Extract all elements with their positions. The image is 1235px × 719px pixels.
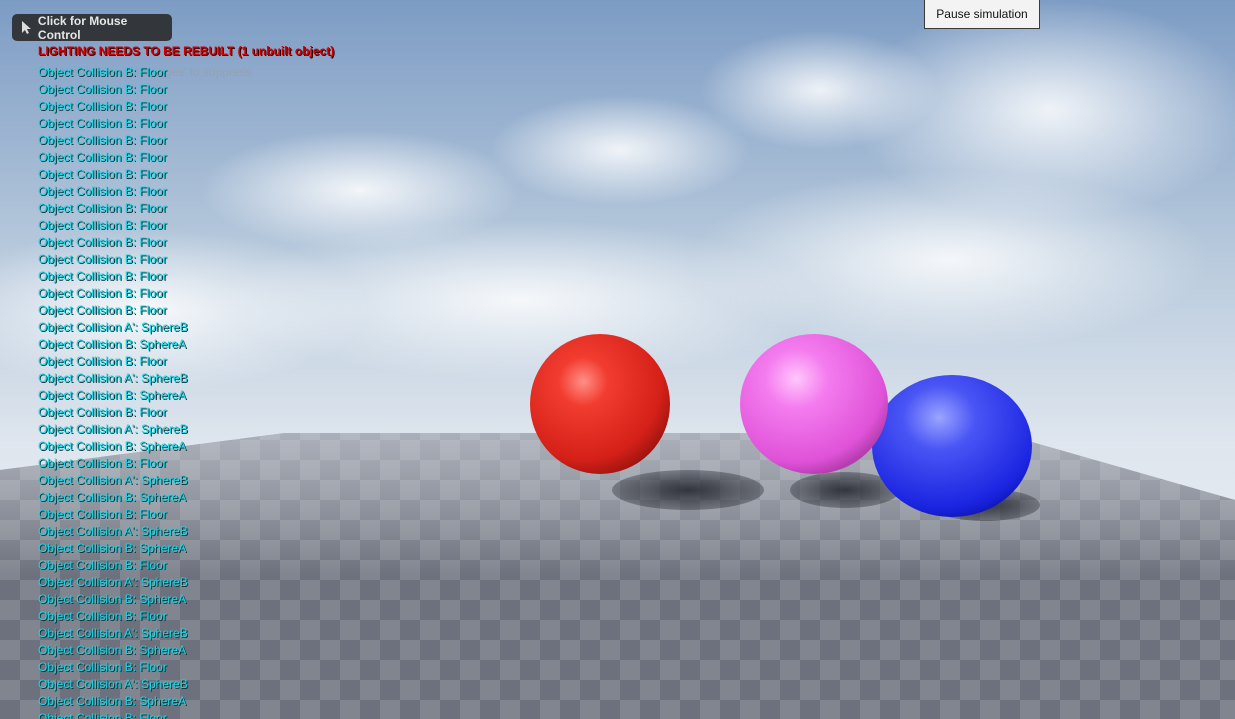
red-sphere-shadow [612, 470, 764, 510]
collision-message: Object Collision B: Floor [38, 167, 167, 181]
collision-message: Object Collision B: Floor [38, 269, 167, 283]
collision-message: Object Collision A': SphereB [38, 677, 188, 691]
collision-message: Object Collision B: Floor [38, 711, 167, 719]
collision-message: Object Collision B: SphereA [38, 439, 187, 453]
collision-message: Object Collision B: Floor [38, 303, 167, 317]
collision-message: Object Collision B: Floor [38, 558, 167, 572]
collision-message: Object Collision B: SphereA [38, 694, 187, 708]
collision-message: Object Collision B: Floor [38, 201, 167, 215]
cursor-icon [22, 21, 31, 34]
collision-message: Object Collision B: Floor [38, 354, 167, 368]
collision-message: Object Collision A': SphereB [38, 422, 188, 436]
collision-message: Object Collision B: Floor [38, 150, 167, 164]
collision-message: Object Collision B: Floor [38, 65, 167, 79]
collision-message: Object Collision B: Floor [38, 405, 167, 419]
lighting-warning: LIGHTING NEEDS TO BE REBUILT (1 unbuilt … [38, 44, 335, 58]
collision-message: Object Collision B: SphereA [38, 592, 187, 606]
collision-message: Object Collision B: Floor [38, 133, 167, 147]
pause-simulation-button[interactable]: Pause simulation [924, 0, 1040, 29]
collision-message: Object Collision B: Floor [38, 660, 167, 674]
sphere-blue[interactable] [872, 375, 1032, 517]
collision-message: Object Collision B: Floor [38, 286, 167, 300]
collision-message: Object Collision B: Floor [38, 218, 167, 232]
collision-message: Object Collision B: Floor [38, 82, 167, 96]
collision-message: Object Collision A': SphereB [38, 320, 188, 334]
collision-message: Object Collision B: Floor [38, 252, 167, 266]
collision-message: Object Collision B: SphereA [38, 541, 187, 555]
mouse-control-button[interactable]: Click for Mouse Control [12, 13, 172, 42]
collision-message: Object Collision A': SphereB [38, 524, 188, 538]
collision-message: Object Collision A': SphereB [38, 473, 188, 487]
collision-message: Object Collision B: Floor [38, 116, 167, 130]
collision-message: Object Collision B: Floor [38, 184, 167, 198]
collision-message-log: Object Collision B: Floor Object Collisio… [38, 65, 188, 719]
mouse-control-label: Click for Mouse Control [37, 13, 128, 42]
collision-message: Object Collision A': SphereB [38, 575, 188, 589]
collision-message: Object Collision B: SphereA [38, 337, 187, 351]
collision-message: Object Collision A': SphereB [38, 371, 188, 385]
collision-message: Object Collision B: Floor [38, 456, 167, 470]
collision-message: Object Collision B: SphereA [38, 643, 187, 657]
sphere-red[interactable] [530, 334, 670, 474]
collision-message: Object Collision B: SphereA [38, 490, 187, 504]
game-viewport[interactable]: Click for Mouse Control Pause simulation… [0, 0, 1235, 719]
collision-message: Object Collision A': SphereB [38, 626, 188, 640]
collision-message: Object Collision B: Floor [38, 507, 167, 521]
collision-message: Object Collision B: Floor [38, 235, 167, 249]
collision-message: Object Collision B: SphereA [38, 388, 187, 402]
sphere-pink[interactable] [740, 334, 888, 474]
collision-message: Object Collision B: Floor [38, 99, 167, 113]
collision-message: Object Collision B: Floor [38, 609, 167, 623]
